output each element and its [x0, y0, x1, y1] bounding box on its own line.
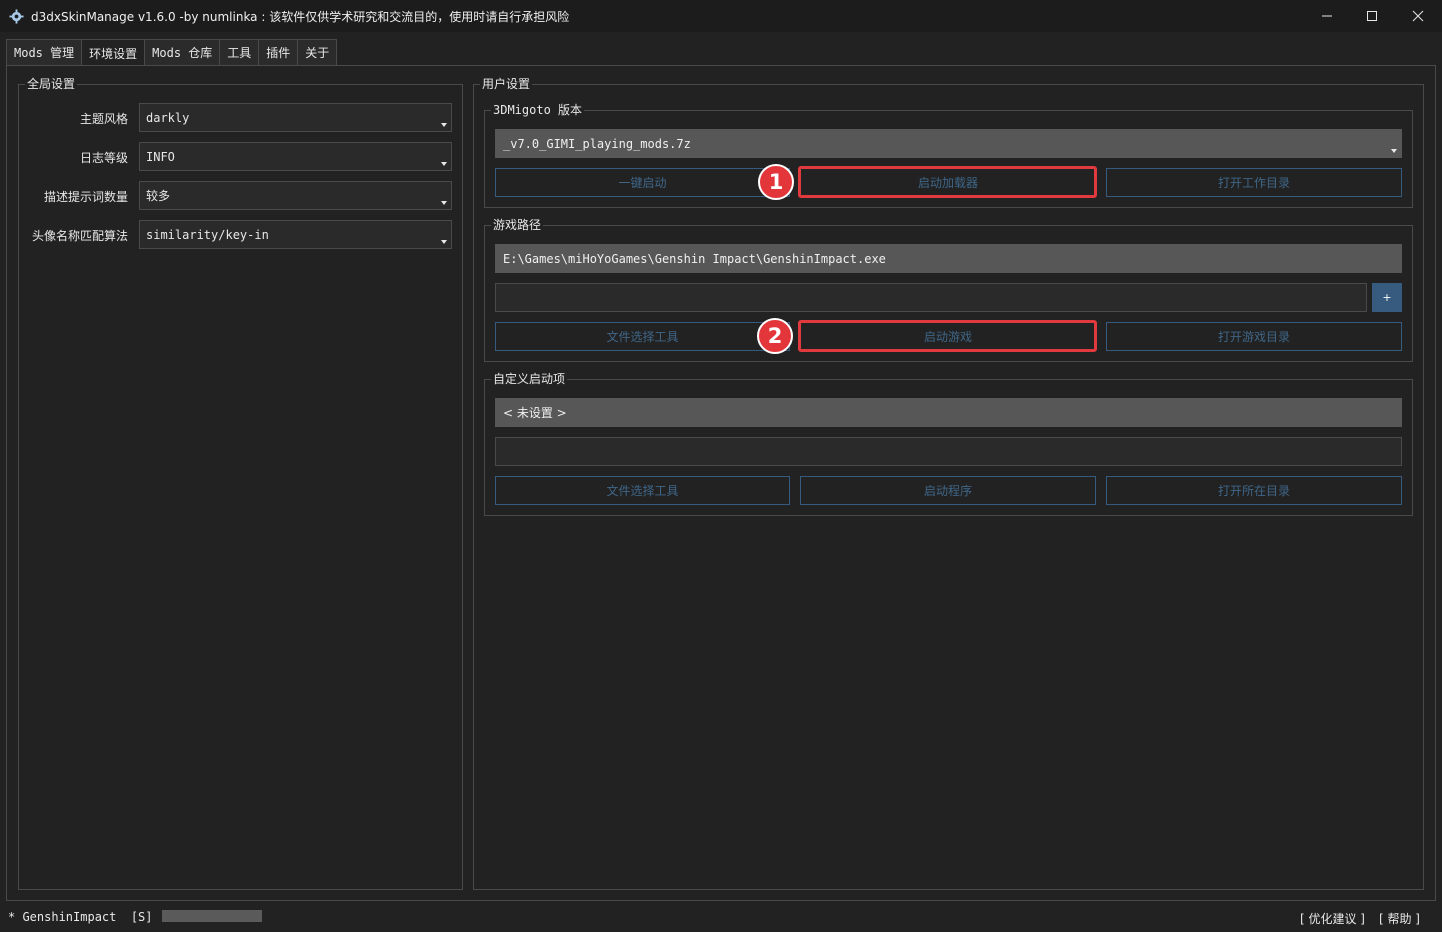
- open-work-dir-button[interactable]: 打开工作目录: [1106, 168, 1402, 197]
- chevron-down-icon: [441, 123, 447, 127]
- prompt-count-select[interactable]: 较多: [139, 181, 452, 210]
- game-path-title: 游戏路径: [491, 217, 544, 233]
- open-program-dir-button[interactable]: 打开所在目录: [1106, 476, 1402, 505]
- theme-value: darkly: [146, 110, 190, 125]
- migoto-version-select[interactable]: _v7.0_GIMI_playing_mods.7z: [495, 129, 1402, 158]
- close-button[interactable]: [1395, 0, 1441, 32]
- custom-launch-field[interactable]: < 未设置 >: [495, 398, 1402, 427]
- tab-about[interactable]: 关于: [297, 39, 338, 65]
- chevron-down-icon: [441, 201, 447, 205]
- custom-file-picker-button[interactable]: 文件选择工具: [495, 476, 790, 505]
- custom-launch-value: < 未设置 >: [503, 406, 567, 420]
- migoto-version-title: 3DMigoto 版本: [491, 102, 585, 118]
- title-bar: d3dxSkinManage v1.6.0 -by numlinka : 该软件…: [0, 0, 1442, 32]
- prompt-count-label: 描述提示词数量: [43, 190, 128, 204]
- window-title: d3dxSkinManage v1.6.0 -by numlinka : 该软件…: [31, 10, 570, 24]
- migoto-version-value: _v7.0_GIMI_playing_mods.7z: [503, 136, 691, 151]
- avatar-match-select[interactable]: similarity/key-in: [139, 220, 452, 249]
- open-game-dir-button[interactable]: 打开游戏目录: [1106, 322, 1402, 351]
- maximize-button[interactable]: [1349, 0, 1395, 32]
- theme-select[interactable]: darkly: [139, 103, 452, 132]
- one-click-launch-button[interactable]: 一键启动: [495, 168, 790, 197]
- gear-icon: [9, 9, 24, 24]
- tab-environment-settings[interactable]: 环境设置: [81, 39, 146, 66]
- global-settings-title: 全局设置: [25, 76, 78, 92]
- step-badge-2: 2: [757, 318, 793, 354]
- log-level-select[interactable]: INFO: [139, 142, 452, 171]
- game-args-input[interactable]: [495, 283, 1367, 312]
- chevron-down-icon: [441, 162, 447, 166]
- close-icon: [1412, 10, 1424, 22]
- file-picker-button[interactable]: 文件选择工具: [495, 322, 790, 351]
- tab-tools[interactable]: 工具: [219, 39, 260, 65]
- chevron-down-icon: [441, 240, 447, 244]
- help-link[interactable]: [ 帮助 ]: [1379, 910, 1420, 927]
- theme-label: 主题风格: [79, 112, 128, 126]
- custom-args-input[interactable]: [495, 437, 1402, 466]
- game-path-value: E:\Games\miHoYoGames\Genshin Impact\Gens…: [503, 251, 886, 266]
- start-game-button[interactable]: 启动游戏: [800, 322, 1096, 351]
- user-settings-title: 用户设置: [480, 76, 533, 92]
- minimize-button[interactable]: [1304, 0, 1350, 32]
- tab-plugins[interactable]: 插件: [258, 39, 299, 65]
- avatar-match-value: similarity/key-in: [146, 227, 269, 242]
- tab-mods-repository[interactable]: Mods 仓库: [144, 39, 221, 65]
- tab-bar: Mods 管理 环境设置 Mods 仓库 工具 插件 关于: [6, 39, 338, 66]
- maximize-icon: [1367, 11, 1377, 21]
- custom-launch-title: 自定义启动项: [491, 371, 568, 387]
- minimize-icon: [1322, 15, 1332, 17]
- game-path-field[interactable]: E:\Games\miHoYoGames\Genshin Impact\Gens…: [495, 244, 1402, 273]
- start-program-button[interactable]: 启动程序: [800, 476, 1096, 505]
- log-level-value: INFO: [146, 149, 175, 164]
- feedback-link[interactable]: [ 优化建议 ]: [1300, 910, 1365, 927]
- chevron-down-icon: [1391, 149, 1397, 153]
- status-text: * GenshinImpact [S] -: [8, 910, 175, 924]
- log-level-label: 日志等级: [79, 151, 128, 165]
- step-badge-1: 1: [758, 164, 794, 200]
- prompt-count-value: 较多: [146, 189, 171, 203]
- start-loader-button[interactable]: 启动加载器: [800, 168, 1096, 197]
- avatar-match-label: 头像名称匹配算法: [31, 229, 128, 243]
- tab-mods-manage[interactable]: Mods 管理: [6, 39, 83, 65]
- add-argument-button[interactable]: +: [1372, 283, 1402, 312]
- status-progress-bar: [162, 910, 262, 922]
